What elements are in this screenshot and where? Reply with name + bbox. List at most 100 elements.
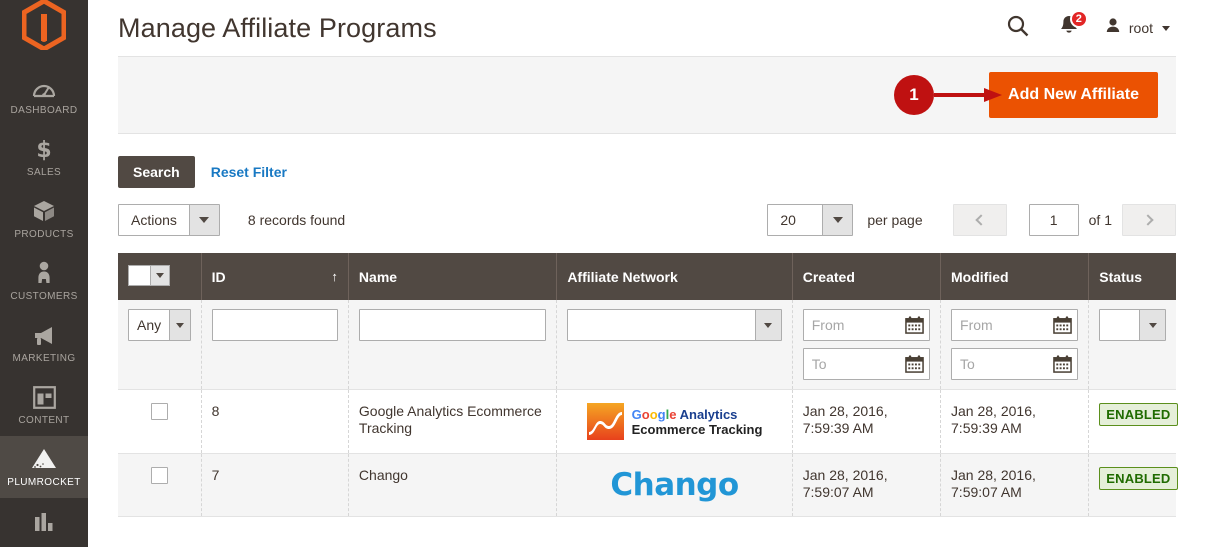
grid-filter-row: Any xyxy=(118,300,1176,390)
calendar-icon[interactable] xyxy=(905,315,924,334)
notifications-badge: 2 xyxy=(1069,10,1088,28)
layout-icon xyxy=(32,383,56,409)
row-select-cell xyxy=(118,453,202,517)
filter-status-value xyxy=(1100,310,1139,340)
magento-logo[interactable] xyxy=(0,0,88,50)
table-row[interactable]: 8 Google Analytics Ecommerce Tracking Go… xyxy=(118,389,1178,454)
search-button[interactable]: Search xyxy=(118,156,195,188)
filter-cell-id xyxy=(201,300,349,390)
row-checkbox[interactable] xyxy=(150,403,168,420)
add-new-affiliate-button[interactable]: Add New Affiliate xyxy=(989,72,1158,118)
column-select-all[interactable] xyxy=(118,253,202,300)
grid-header-row: ID ↑ Name Affiliate Network Created Modi… xyxy=(118,253,1176,300)
column-modified[interactable]: Modified xyxy=(940,253,1090,300)
cell-created: Jan 28, 2016, 7:59:07 AM xyxy=(792,453,942,517)
cell-id: 7 xyxy=(201,453,349,517)
cell-status: ENABLED xyxy=(1088,453,1178,517)
table-row[interactable]: 7 Chango Chango Jan 28, 2016, 7:59:07 AM… xyxy=(118,453,1178,517)
page-header: Manage Affiliate Programs 2 root xyxy=(88,0,1206,56)
person-icon xyxy=(35,259,53,285)
google-analytics-wordmark: Google Analytics xyxy=(631,406,738,422)
cell-modified: Jan 28, 2016, 7:59:39 AM xyxy=(940,389,1090,454)
sidebar-item-label: MARKETING xyxy=(12,353,76,364)
user-menu[interactable]: root xyxy=(1094,8,1176,48)
column-id[interactable]: ID ↑ xyxy=(201,253,349,300)
cell-name: Chango xyxy=(348,453,558,517)
column-status[interactable]: Status xyxy=(1088,253,1176,300)
global-search-button[interactable] xyxy=(992,8,1044,48)
page-number-input[interactable] xyxy=(1028,204,1079,236)
chevron-down-icon xyxy=(1162,25,1170,31)
filter-cell-created xyxy=(792,300,942,390)
google-analytics-logo: Google Analytics Ecommerce Tracking xyxy=(586,403,763,440)
google-analytics-icon xyxy=(586,403,624,440)
per-page-select[interactable]: 20 xyxy=(767,204,854,236)
calendar-icon[interactable] xyxy=(905,354,924,373)
filter-cell-name xyxy=(348,300,558,390)
previous-page-button[interactable] xyxy=(952,204,1007,236)
chevron-down-icon xyxy=(1139,310,1165,340)
sidebar-item-dashboard[interactable]: DASHBOARD xyxy=(0,64,88,126)
google-analytics-subtitle: Ecommerce Tracking xyxy=(631,421,763,437)
megaphone-icon xyxy=(32,321,56,347)
per-page-label: per page xyxy=(867,212,923,228)
filter-network-value xyxy=(568,310,754,340)
next-page-button[interactable] xyxy=(1122,204,1176,236)
user-avatar-icon xyxy=(1104,17,1122,40)
filter-any-select[interactable]: Any xyxy=(128,309,191,341)
filter-cell-modified xyxy=(940,300,1090,390)
page-title: Manage Affiliate Programs xyxy=(118,13,437,43)
filter-cell-select: Any xyxy=(118,300,202,390)
chevron-down-icon xyxy=(822,205,853,235)
select-all-checkbox[interactable] xyxy=(129,266,150,285)
chevron-down-icon xyxy=(754,310,781,340)
records-found-label: 8 records found xyxy=(247,212,346,228)
chevron-left-icon xyxy=(975,214,987,226)
calendar-icon[interactable] xyxy=(1053,315,1073,334)
chevron-right-icon xyxy=(1141,214,1154,226)
svg-text:$: $ xyxy=(36,138,51,161)
filter-modified-from xyxy=(951,309,1079,341)
actions-select-value: Actions xyxy=(131,212,177,228)
sidebar-item-reports[interactable] xyxy=(0,498,88,547)
chevron-down-icon[interactable] xyxy=(150,266,169,285)
filter-cell-network xyxy=(556,300,793,390)
sidebar-item-sales[interactable]: $ SALES xyxy=(0,126,88,188)
plumrocket-icon xyxy=(29,445,59,471)
dashboard-icon xyxy=(32,73,56,99)
filter-actions: Search Reset Filter xyxy=(118,156,1176,188)
reset-filter-link[interactable]: Reset Filter xyxy=(211,164,287,180)
column-name[interactable]: Name xyxy=(348,253,558,300)
column-affiliate-network[interactable]: Affiliate Network xyxy=(556,253,793,300)
admin-page: DASHBOARD $ SALES PRODUCTS CUSTOMERS MAR… xyxy=(0,0,1206,547)
filter-id-input[interactable] xyxy=(211,309,338,341)
sidebar-item-marketing[interactable]: MARKETING xyxy=(0,312,88,374)
sidebar-item-plumrocket[interactable]: PLUMROCKET xyxy=(0,436,88,498)
grid-toolbar: Actions 8 records found 20 per page of 1 xyxy=(118,204,1176,236)
main-sidebar: DASHBOARD $ SALES PRODUCTS CUSTOMERS MAR… xyxy=(0,0,88,547)
row-checkbox[interactable] xyxy=(150,467,168,484)
pager: 20 per page of 1 xyxy=(767,204,1176,236)
user-name: root xyxy=(1128,20,1153,36)
filter-name-input[interactable] xyxy=(358,309,547,341)
main-content: Manage Affiliate Programs 2 root 1 Add N… xyxy=(88,0,1206,547)
filter-cell-status xyxy=(1088,300,1176,390)
filter-network-select[interactable] xyxy=(567,309,782,341)
notifications-button[interactable]: 2 xyxy=(1044,8,1094,48)
cell-affiliate-network: Chango xyxy=(556,453,793,517)
total-pages-label: of 1 xyxy=(1088,212,1112,228)
sidebar-item-label: PLUMROCKET xyxy=(7,477,81,488)
column-id-label: ID xyxy=(211,268,226,285)
chevron-down-icon xyxy=(188,205,219,235)
filter-status-select[interactable] xyxy=(1099,309,1166,341)
actions-select[interactable]: Actions xyxy=(118,204,220,236)
header-tools: 2 root xyxy=(992,8,1190,48)
filter-modified-to xyxy=(951,348,1079,380)
sidebar-item-products[interactable]: PRODUCTS xyxy=(0,188,88,250)
sidebar-item-content[interactable]: CONTENT xyxy=(0,374,88,436)
annotation-number: 1 xyxy=(894,75,934,115)
column-created[interactable]: Created xyxy=(792,253,942,300)
sidebar-item-customers[interactable]: CUSTOMERS xyxy=(0,250,88,312)
calendar-icon[interactable] xyxy=(1053,354,1073,373)
per-page-value: 20 xyxy=(780,212,796,228)
